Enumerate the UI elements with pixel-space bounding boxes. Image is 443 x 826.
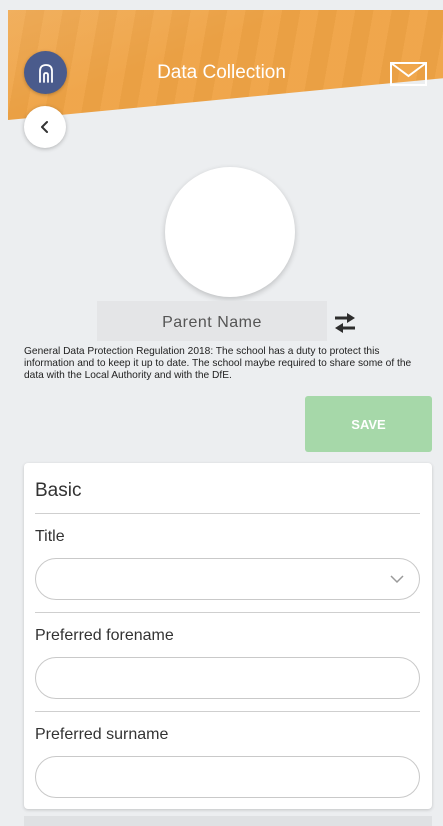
preferred-forename-input[interactable]: [35, 657, 420, 699]
gdpr-notice: General Data Protection Regulation 2018:…: [24, 346, 412, 381]
avatar[interactable]: [165, 167, 295, 297]
section-title: Basic: [35, 480, 82, 501]
parent-name: Parent Name: [97, 301, 327, 341]
divider: [35, 612, 420, 613]
divider: [35, 513, 420, 514]
next-section-edge: [24, 816, 432, 826]
swap-arrows-icon[interactable]: [333, 311, 357, 335]
save-button[interactable]: SAVE: [305, 396, 432, 452]
mail-button[interactable]: [389, 60, 429, 88]
mail-icon: [390, 62, 427, 86]
basic-form-card: Basic Title Preferred forename Preferred…: [24, 463, 432, 809]
title-label: Title: [35, 528, 65, 545]
preferred-surname-label: Preferred surname: [35, 726, 169, 743]
page-title: Data Collection: [157, 62, 286, 83]
chevron-down-icon: [390, 575, 404, 584]
chevron-left-icon: [41, 121, 48, 133]
preferred-surname-input[interactable]: [35, 756, 420, 798]
title-select[interactable]: [35, 558, 420, 600]
divider: [35, 711, 420, 712]
preferred-forename-label: Preferred forename: [35, 627, 174, 644]
back-button[interactable]: [24, 106, 66, 148]
